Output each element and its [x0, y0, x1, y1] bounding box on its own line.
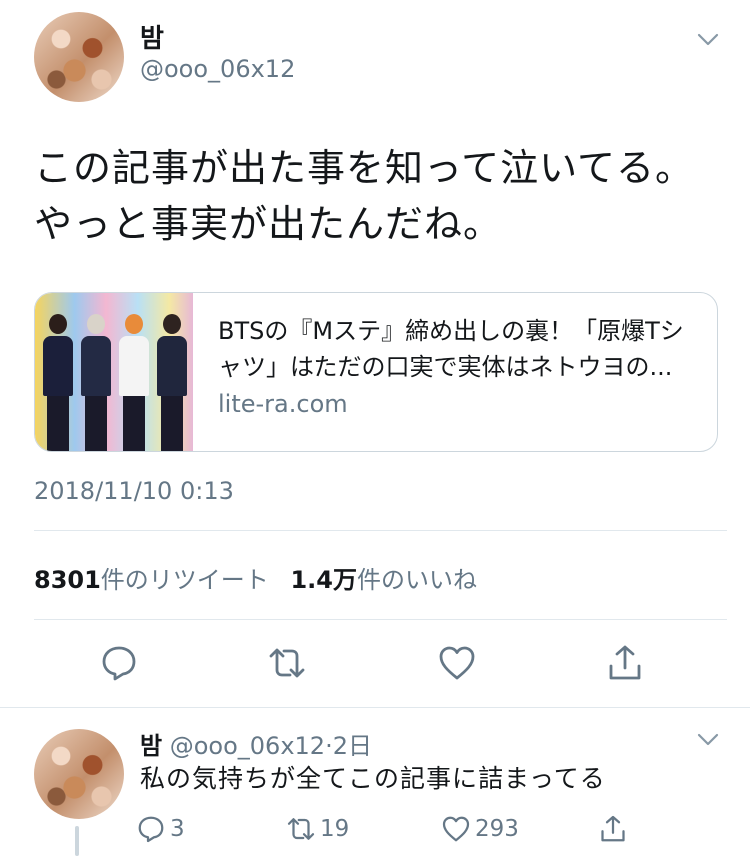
- link-preview-title: BTSの『Mステ』締め出しの裏！「原爆Tシ ャツ」はただの口実で実体はネトウヨの…: [218, 313, 698, 385]
- tweet-text: この記事が出た事を知って泣いてる。 やっと事実が出たんだね。: [34, 140, 724, 252]
- separator-dot: ·: [325, 732, 333, 760]
- figure: [157, 314, 187, 451]
- tweet-text-line: この記事が出た事を知って泣いてる。: [34, 146, 694, 190]
- reply-like-button[interactable]: 293: [441, 812, 519, 846]
- reply-author-avatar[interactable]: [34, 729, 124, 819]
- share-icon: [601, 815, 625, 842]
- chevron-down-icon[interactable]: [697, 33, 719, 47]
- reply-share-button[interactable]: [598, 812, 632, 846]
- share-button[interactable]: [605, 643, 645, 683]
- reply-time[interactable]: 2日: [333, 732, 372, 760]
- like-count: 1.4万: [290, 566, 357, 594]
- retweets-link[interactable]: 8301件のリツイート: [34, 566, 269, 594]
- reply-author-name[interactable]: 밤: [140, 732, 162, 760]
- link-preview-card[interactable]: BTSの『Mステ』締め出しの裏！「原爆Tシ ャツ」はただの口実で実体はネトウヨの…: [34, 292, 718, 452]
- retweet-button[interactable]: [267, 643, 307, 683]
- chevron-down-icon[interactable]: [697, 733, 719, 747]
- likes-link[interactable]: 1.4万件のいいね: [290, 566, 477, 594]
- divider: [34, 619, 727, 620]
- figure: [81, 314, 111, 451]
- reply-author-handle[interactable]: @ooo_06x12: [170, 732, 325, 760]
- author-handle[interactable]: @ooo_06x12: [140, 55, 295, 83]
- heart-icon: [442, 816, 470, 842]
- reply-button[interactable]: [99, 643, 139, 683]
- link-title-line: BTSの『Mステ』締め出しの裏！「原爆Tシ: [218, 317, 684, 345]
- reply-header: 밤 @ooo_06x12·2日: [140, 726, 372, 761]
- retweet-count: 8301: [34, 566, 101, 594]
- reply-icon: [102, 646, 136, 681]
- tweet-text-line: やっと事実が出たんだね。: [34, 202, 503, 246]
- reply-count: 3: [170, 816, 185, 842]
- figure: [43, 314, 73, 451]
- reply-icon: [138, 816, 164, 843]
- retweet-label: 件のリツイート: [100, 566, 269, 594]
- link-preview-domain: lite-ra.com: [218, 390, 348, 418]
- like-count: 293: [475, 816, 519, 842]
- author-avatar[interactable]: [34, 12, 124, 102]
- reply-reply-button[interactable]: 3: [136, 812, 185, 846]
- retweet-count: 19: [320, 816, 350, 842]
- heart-icon: [439, 646, 475, 680]
- author-name[interactable]: 밤: [140, 18, 164, 55]
- thread-line: [75, 826, 79, 856]
- reply-text: 私の気持ちが全てこの記事に詰まってる: [140, 764, 606, 793]
- figure: [119, 314, 149, 451]
- share-icon: [609, 645, 641, 680]
- divider: [34, 530, 727, 531]
- divider: [0, 707, 750, 708]
- retweet-icon: [287, 818, 315, 840]
- tweet-timestamp: 2018/11/10 0:13: [34, 477, 234, 505]
- link-preview-image: [35, 293, 193, 451]
- tweet-stats: 8301件のリツイート 1.4万件のいいね: [34, 560, 477, 595]
- retweet-icon: [269, 648, 305, 678]
- like-button[interactable]: [437, 643, 477, 683]
- like-label: 件のいいね: [356, 566, 477, 594]
- reply-retweet-button[interactable]: 19: [286, 812, 349, 846]
- link-title-line: ャツ」はただの口実で実体はネトウヨの...: [218, 353, 673, 381]
